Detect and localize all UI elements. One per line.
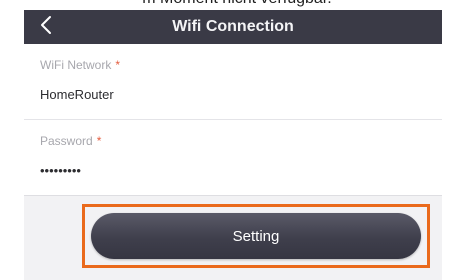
required-mark: * — [96, 134, 102, 148]
setting-button[interactable]: Setting — [91, 213, 421, 259]
top-caption: m Moment nicht verfügbar. — [0, 0, 474, 10]
wifi-form: WiFi Network* Password* — [24, 44, 442, 195]
wifi-network-label: WiFi Network * — [40, 58, 120, 72]
password-field: Password * — [24, 120, 442, 195]
navigation-bar: Wifi Connection — [24, 10, 442, 44]
required-mark: * — [115, 58, 121, 72]
password-label: Password * — [40, 134, 101, 148]
wifi-connection-screen: Wifi Connection WiFi Network* Password* … — [24, 10, 442, 280]
wifi-network-input[interactable] — [38, 82, 422, 106]
wifi-network-field: WiFi Network * — [24, 44, 442, 119]
password-label-text: Password — [40, 134, 93, 148]
page-title: Wifi Connection — [172, 18, 294, 35]
password-input[interactable] — [38, 158, 422, 182]
wifi-network-label-text: WiFi Network — [40, 58, 112, 72]
setting-button-label: Setting — [232, 227, 280, 245]
form-divider — [24, 195, 442, 196]
